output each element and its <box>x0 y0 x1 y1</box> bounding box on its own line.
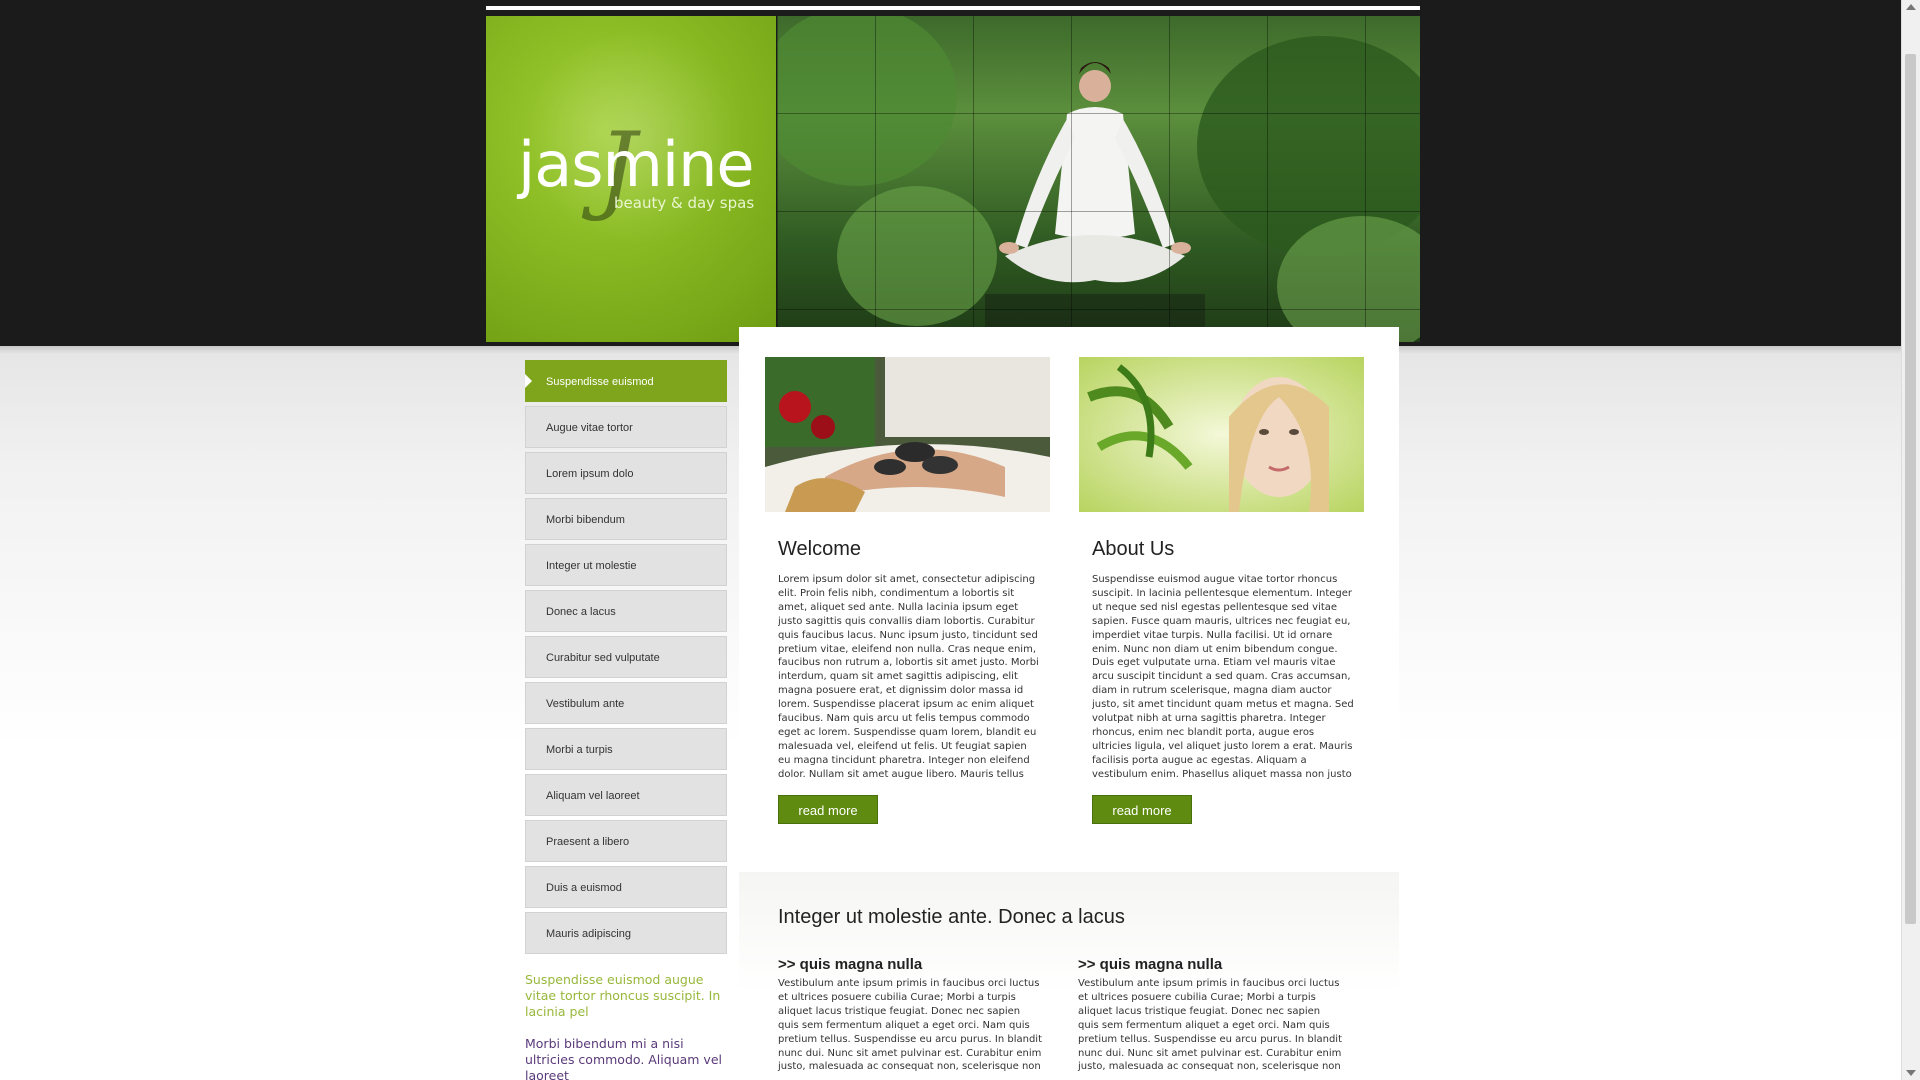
sidebar-item-vestibulum-ante[interactable]: Vestibulum ante <box>525 682 727 724</box>
lower-right-title[interactable]: >> quis magna nulla <box>1078 956 1348 973</box>
lower-section-title: Integer ut molestie ante. Donec a lacus <box>778 906 1125 928</box>
sidebar-item-integer-ut-molestie[interactable]: Integer ut molestie <box>525 544 727 586</box>
logo-panel[interactable]: J jasmine beauty & day spas <box>486 16 776 342</box>
vertical-scrollbar[interactable] <box>1901 0 1920 1080</box>
sidebar-item-morbi-bibendum[interactable]: Morbi bibendum <box>525 498 727 540</box>
sidebar-item-suspendisse-euismod[interactable]: Suspendisse euismod <box>525 360 727 402</box>
scroll-up-arrow-icon[interactable] <box>1906 4 1916 10</box>
spa-woman-image <box>1079 357 1364 512</box>
lower-right-text: Vestibulum ante ipsum primis in faucibus… <box>1078 978 1343 1073</box>
welcome-title: Welcome <box>778 538 861 560</box>
sidebar-note-purple: Morbi bibendum mi a nisi ultricies commo… <box>525 1036 722 1080</box>
lower-column-right: >> quis magna nulla Vestibulum ante ipsu… <box>1078 956 1348 1074</box>
welcome-column: Welcome Lorem ipsum dolor sit amet, cons… <box>765 357 1050 824</box>
logo-subtitle: beauty & day spas <box>614 194 755 212</box>
about-title: About Us <box>1092 538 1175 560</box>
sidebar-item-duis-a-euismod[interactable]: Duis a euismod <box>525 866 727 908</box>
sidebar-item-praesent-a-libero[interactable]: Praesent a libero <box>525 820 727 862</box>
sidebar-item-aliquam-vel-laoreet[interactable]: Aliquam vel laoreet <box>525 774 727 816</box>
about-column: About Us Suspendisse euismod augue vitae… <box>1079 357 1364 824</box>
scrollbar-thumb[interactable] <box>1905 54 1916 924</box>
logo-wordmark: jasmine <box>518 128 755 201</box>
sidebar-note-green: Suspendisse euismod augue vitae tortor r… <box>525 972 721 1019</box>
top-divider <box>486 6 1420 10</box>
about-text: Suspendisse euismod augue vitae tortor r… <box>1092 574 1354 780</box>
sidebar-nav: Suspendisse euismod Augue vitae tortor L… <box>525 360 727 1080</box>
sidebar-item-mauris-adipiscing[interactable]: Mauris adipiscing <box>525 912 727 954</box>
lower-left-title[interactable]: >> quis magna nulla <box>778 956 1048 973</box>
page-container: J jasmine beauty & day spas Suspendisse … <box>486 0 1420 1080</box>
sidebar-item-donec-a-lacus[interactable]: Donec a lacus <box>525 590 727 632</box>
sidebar-item-morbi-a-turpis[interactable]: Morbi a turpis <box>525 728 727 770</box>
sidebar-item-augue-vitae-tortor[interactable]: Augue vitae tortor <box>525 406 727 448</box>
stone-massage-image <box>765 357 1050 512</box>
main-content: Welcome Lorem ipsum dolor sit amet, cons… <box>739 327 1399 1080</box>
sidebar-item-lorem-ipsum-dolo[interactable]: Lorem ipsum dolo <box>525 452 727 494</box>
hero-image <box>777 16 1420 342</box>
sidebar-item-curabitur-sed-vulputate[interactable]: Curabitur sed vulputate <box>525 636 727 678</box>
header: J jasmine beauty & day spas <box>486 16 1420 342</box>
lower-left-text: Vestibulum ante ipsum primis in faucibus… <box>778 978 1043 1073</box>
lower-section: Integer ut molestie ante. Donec a lacus … <box>739 872 1399 1080</box>
about-read-more-button[interactable]: read more <box>1092 795 1192 824</box>
scroll-down-arrow-icon[interactable] <box>1906 1070 1916 1076</box>
welcome-text: Lorem ipsum dolor sit amet, consectetur … <box>778 574 1039 780</box>
welcome-read-more-button[interactable]: read more <box>778 795 878 824</box>
lower-column-left: >> quis magna nulla Vestibulum ante ipsu… <box>778 956 1048 1074</box>
